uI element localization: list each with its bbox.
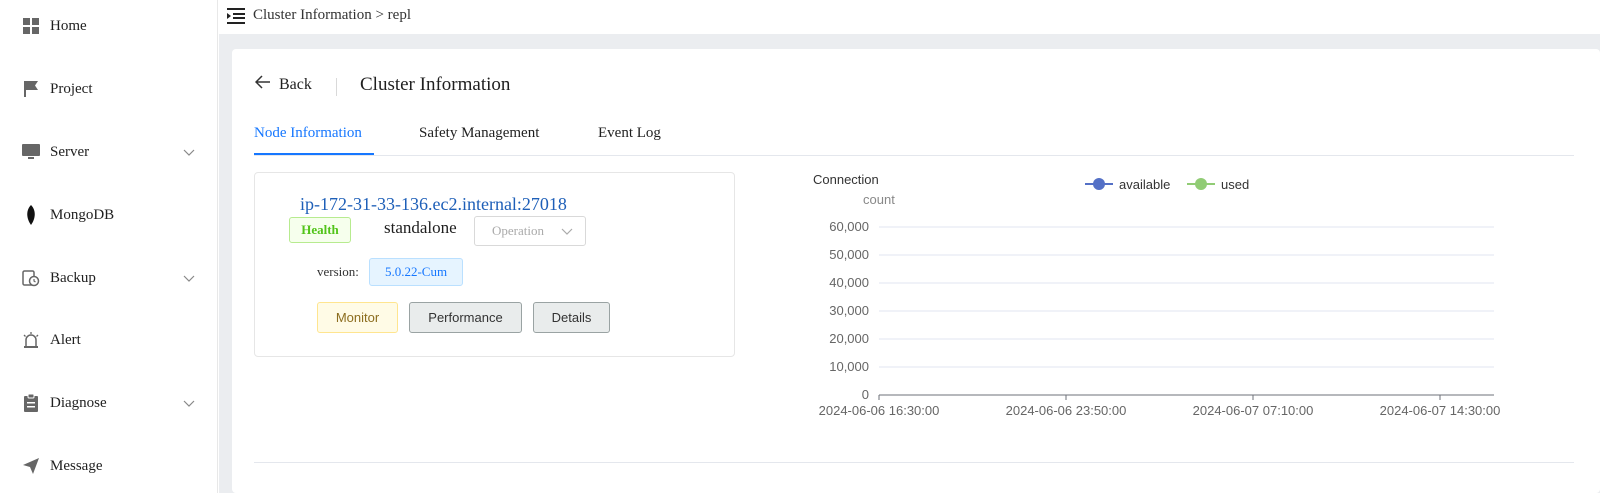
x-tick-label: 2024-06-07 14:30:00 — [1380, 403, 1501, 418]
sidebar-item-label: Message — [50, 457, 103, 474]
alarm-icon — [22, 331, 40, 349]
sidebar-item-label: Diagnose — [50, 394, 107, 411]
y-tick-label: 20,000 — [829, 331, 869, 346]
operation-placeholder: Operation — [492, 223, 544, 238]
performance-button[interactable]: Performance — [409, 302, 522, 333]
sidebar: Home Project Server MongoDB Backup Alert… — [0, 0, 218, 493]
grid-icon — [22, 17, 40, 35]
send-icon — [22, 457, 40, 475]
sidebar-item-label: Alert — [50, 331, 81, 348]
sidebar-item-server[interactable]: Server — [0, 132, 218, 172]
tab-safety-management[interactable]: Safety Management — [419, 125, 539, 156]
legend-item-available[interactable]: available — [1085, 177, 1170, 192]
sidebar-item-project[interactable]: Project — [0, 69, 218, 109]
y-tick-label: 50,000 — [829, 247, 869, 262]
y-tick-label: 10,000 — [829, 359, 869, 374]
x-tick-label: 2024-06-07 07:10:00 — [1193, 403, 1314, 418]
legend-label-available: available — [1119, 177, 1170, 192]
monitor-icon — [22, 143, 40, 161]
chevron-down-icon — [182, 396, 196, 410]
y-axis-ticks: 0 10,000 20,000 30,000 40,000 50,000 60,000 — [829, 219, 869, 402]
chart-legend[interactable]: available used — [1085, 177, 1249, 192]
back-button[interactable]: Back — [254, 75, 312, 94]
chevron-down-icon — [561, 225, 573, 237]
legend-item-used[interactable]: used — [1187, 177, 1249, 192]
header-divider — [336, 78, 337, 96]
flag-icon — [22, 80, 40, 98]
node-role: standalone — [384, 218, 457, 237]
y-tick-label: 40,000 — [829, 275, 869, 290]
chart-grid — [879, 226, 1494, 368]
active-tab-indicator — [254, 153, 374, 155]
sidebar-item-label: Server — [50, 143, 90, 160]
details-button[interactable]: Details — [533, 302, 610, 333]
chevron-down-icon — [182, 145, 196, 159]
sidebar-item-label: Backup — [50, 269, 96, 286]
y-axis-label: count — [863, 192, 895, 207]
menu-fold-icon[interactable] — [227, 7, 245, 25]
legend-label-used: used — [1221, 177, 1249, 192]
health-badge: Health — [289, 217, 351, 243]
sidebar-item-label: MongoDB — [50, 206, 115, 223]
monitor-button[interactable]: Monitor — [317, 302, 398, 333]
x-tick-label: 2024-06-06 16:30:00 — [819, 403, 940, 418]
sidebar-item-diagnose[interactable]: Diagnose — [0, 383, 218, 423]
operation-select[interactable]: Operation — [474, 216, 586, 246]
page-title: Cluster Information — [360, 74, 511, 95]
top-bar: Cluster Information > repl — [219, 0, 1600, 34]
chevron-down-icon — [182, 271, 196, 285]
arrow-left-icon — [254, 75, 271, 94]
x-axis: 2024-06-06 16:30:00 2024-06-06 23:50:00 20… — [819, 394, 1501, 418]
breadcrumb: Cluster Information > repl — [253, 7, 412, 23]
node-host-link[interactable]: ip-172-31-33-136.ec2.internal:27018 — [300, 194, 567, 215]
clipboard-icon — [22, 394, 40, 412]
chart-title: Connection — [813, 172, 879, 187]
y-tick-label: 0 — [862, 387, 869, 402]
leaf-icon — [22, 205, 40, 225]
sidebar-item-label: Project — [50, 80, 93, 97]
tab-event-log[interactable]: Event Log — [598, 125, 661, 156]
version-tag: 5.0.22-Cum — [369, 258, 463, 286]
sidebar-item-label: Home — [50, 17, 87, 34]
sidebar-item-alert[interactable]: Alert — [0, 320, 218, 360]
sidebar-item-backup[interactable]: Backup — [0, 258, 218, 298]
sidebar-item-home[interactable]: Home — [0, 6, 218, 46]
x-tick-label: 2024-06-06 23:50:00 — [1006, 403, 1127, 418]
connection-chart: Connection available used count 0 10,000 2… — [813, 172, 1501, 418]
y-tick-label: 60,000 — [829, 219, 869, 234]
sidebar-item-mongodb[interactable]: MongoDB — [0, 195, 218, 235]
sidebar-item-message[interactable]: Message — [0, 446, 218, 486]
tab-bar: Node Information Safety Management Event… — [254, 125, 1574, 156]
tab-node-information[interactable]: Node Information — [254, 125, 362, 156]
back-label: Back — [279, 75, 312, 93]
backup-icon — [22, 269, 40, 287]
version-label: version: — [317, 264, 359, 279]
section-divider — [254, 462, 1574, 463]
y-tick-label: 30,000 — [829, 303, 869, 318]
